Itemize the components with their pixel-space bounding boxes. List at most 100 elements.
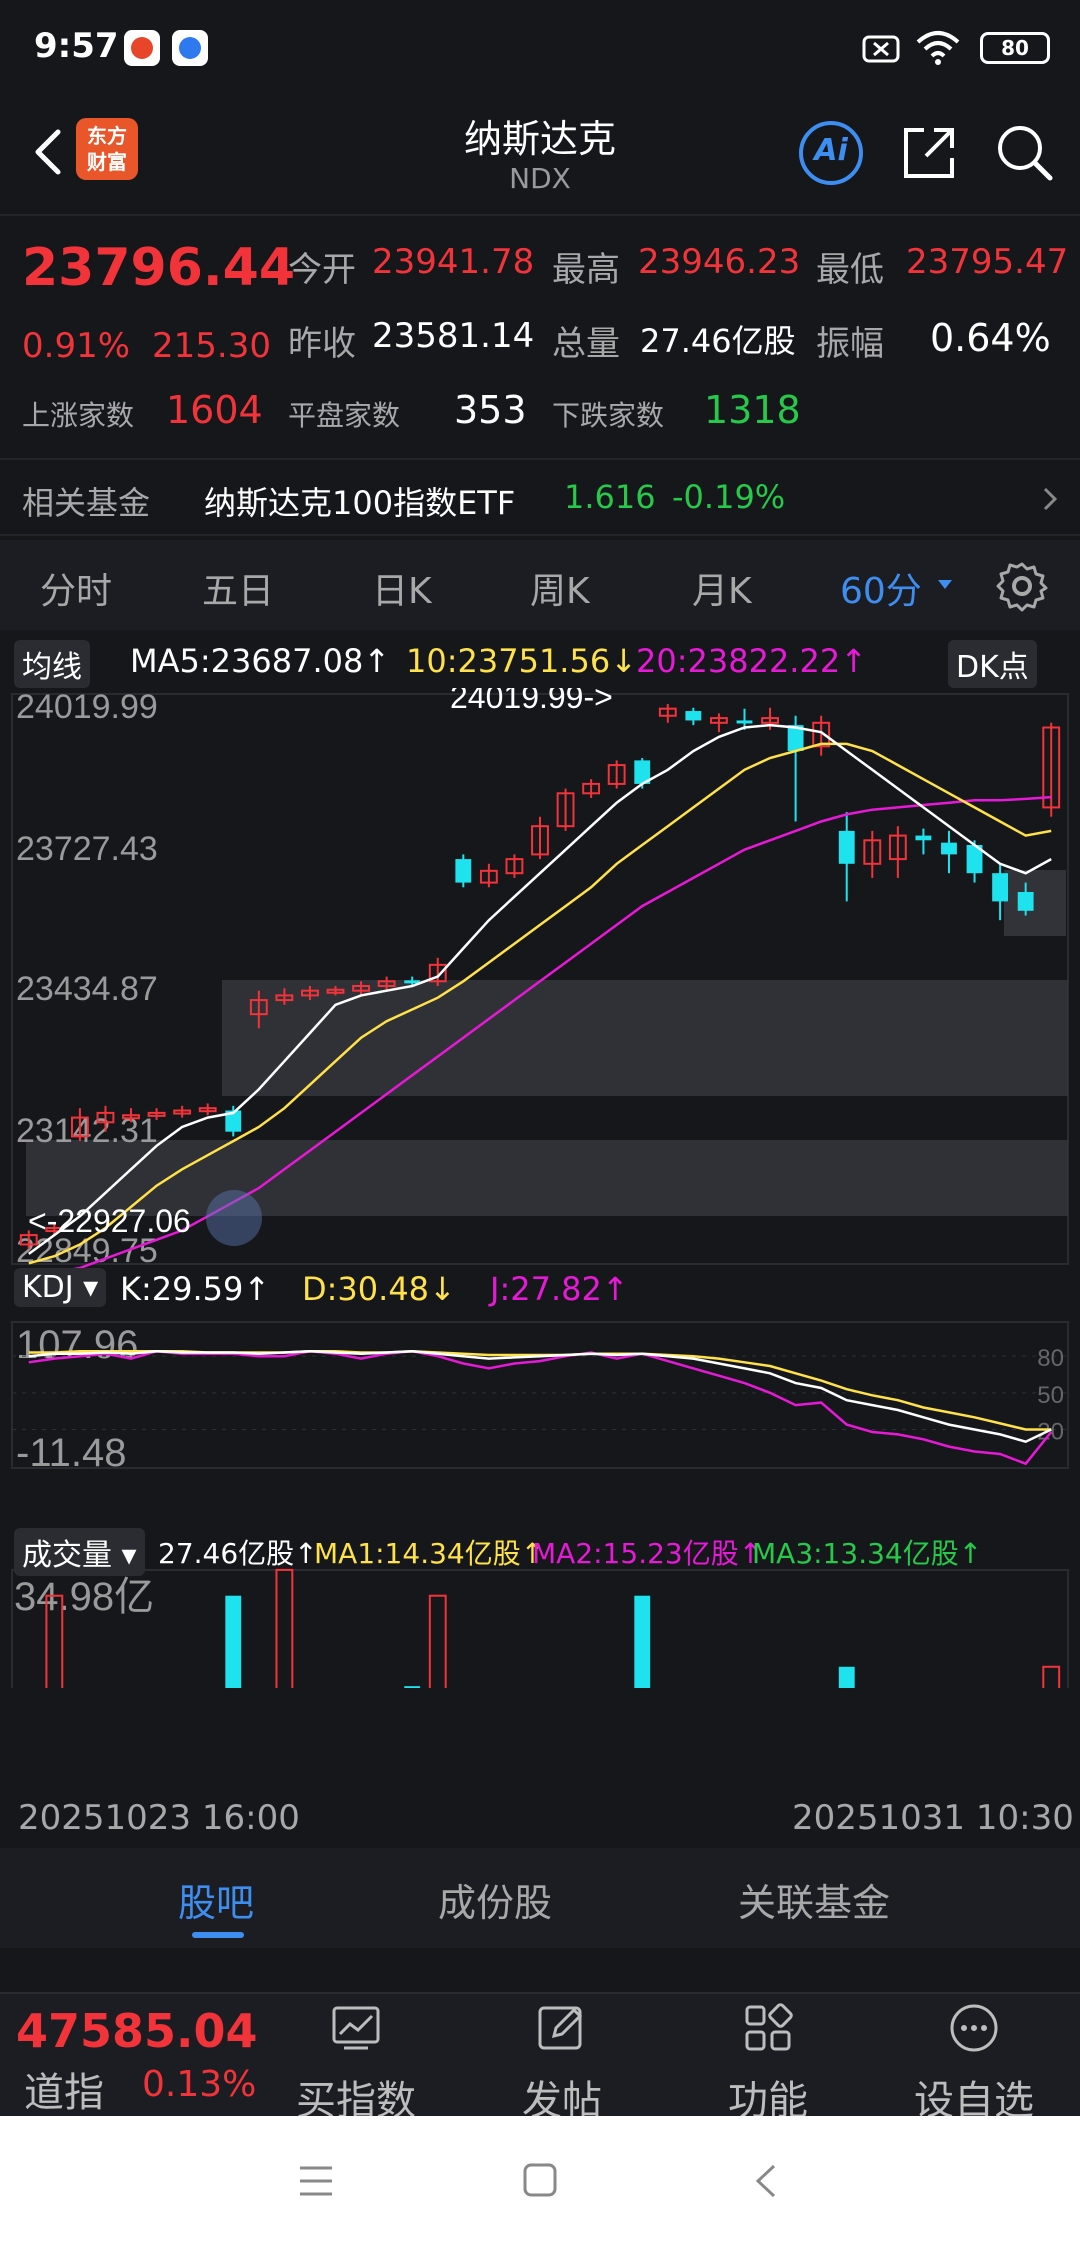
kdj-k-value: K:29.59↑: [120, 1270, 271, 1308]
forum-sort-strip: [0, 1948, 1080, 1992]
ma20-text: 20:23822.22: [636, 642, 841, 680]
ticker-change[interactable]: 0.13%: [142, 2064, 256, 2105]
kdj-d-text: D:30.48: [302, 1270, 430, 1308]
functions-button[interactable]: 功能: [668, 1994, 868, 2124]
tab-five-day[interactable]: 五日: [202, 562, 274, 614]
volume-selector[interactable]: 成交量 ▾: [14, 1528, 145, 1576]
grid-apps-icon: [745, 2003, 793, 2051]
volume-bar-down: [634, 1595, 651, 1688]
volume-value: 27.46亿股: [640, 322, 796, 360]
tab-constituents[interactable]: 成份股: [438, 1872, 552, 1927]
candle-down: [915, 835, 932, 841]
ma10-value: 10:23751.56↓: [406, 642, 637, 680]
back-nav-icon[interactable]: [752, 2162, 780, 2200]
date-start: 20251023 16:00: [18, 1798, 300, 1838]
notification-app-icon-2: [172, 30, 208, 66]
battery-icon: 80: [980, 32, 1050, 64]
edit-icon: [538, 2006, 583, 2050]
volume-ma2: MA2:15.23亿股↑: [532, 1537, 763, 1570]
amplitude-value: 0.64%: [930, 316, 1051, 360]
change-value: 215.30: [152, 326, 271, 366]
related-fund-row[interactable]: 相关基金 纳斯达克100指数ETF 1.616 -0.19%: [0, 458, 1080, 536]
tab-linked-funds[interactable]: 关联基金: [738, 1872, 890, 1927]
sim-off-icon: [862, 35, 900, 63]
tab-monthly-k[interactable]: 月K: [692, 562, 752, 614]
period-tabs: 分时 五日 日K 周K 月K 60分: [0, 540, 1080, 630]
volume-current-text: 27.46亿股: [158, 1537, 295, 1570]
low-value: 23795.47: [906, 242, 1069, 282]
volume-panel-frame: [11, 1569, 1069, 1688]
shaded-zone-right: [1004, 870, 1066, 936]
home-nav-icon[interactable]: [522, 2162, 558, 2198]
kdj-k-line: [28, 1350, 1052, 1444]
volume-ma3-text: MA3:13.34亿股: [752, 1537, 959, 1570]
shaded-zone-upper: [222, 980, 1068, 1096]
chevron-right-icon: [1043, 487, 1058, 511]
flat-count: 353: [454, 388, 527, 432]
menu-nav-icon[interactable]: [298, 2164, 334, 2198]
share-icon[interactable]: [894, 118, 964, 188]
ma5-text: MA5:23687.08: [130, 642, 364, 680]
volume-bar-up: [428, 1594, 447, 1688]
related-fund-price: 1.616: [564, 478, 656, 516]
ai-assistant-icon[interactable]: Ai: [796, 118, 866, 188]
price-axis-label: 24019.99: [16, 688, 158, 726]
date-end: 20251031 10:30: [792, 1798, 1074, 1838]
wifi-icon: [916, 31, 960, 65]
prev-close-label: 昨收: [288, 324, 356, 364]
kdj-selector[interactable]: KDJ ▾: [14, 1268, 107, 1307]
volume-current: 27.46亿股↑: [158, 1537, 318, 1570]
chart-area[interactable]: 均线 MA5:23687.08↑ 10:23751.56↓ 20:23822.2…: [0, 632, 1080, 1842]
volume-label: 总量: [552, 324, 620, 364]
tab-60min[interactable]: 60分: [840, 562, 922, 614]
kdj-j-text: J:27.82: [490, 1270, 602, 1308]
related-fund-name: 纳斯达克100指数ETF: [204, 484, 516, 522]
kdj-level-label: 80: [1037, 1345, 1064, 1372]
indicator-selector[interactable]: 均线: [14, 640, 90, 688]
post-button[interactable]: 发帖: [462, 1994, 662, 2124]
dk-point-button[interactable]: DK点: [948, 640, 1037, 688]
ma20-value: 20:23822.22↑: [636, 642, 867, 680]
dropdown-caret-icon: [938, 580, 952, 589]
high-label: 最高: [552, 250, 620, 290]
dk-label: DK点: [956, 650, 1029, 685]
ma10-text: 10:23751.56: [406, 642, 611, 680]
related-fund-label: 相关基金: [22, 484, 151, 522]
candle-down: [838, 830, 855, 864]
tab-intraday[interactable]: 分时: [40, 562, 112, 614]
search-icon[interactable]: [990, 118, 1060, 188]
high-price-marker: 24019.99->: [450, 688, 613, 715]
open-value: 23941.78: [372, 242, 535, 282]
price-axis-label: 23727.43: [16, 830, 158, 868]
kdj-level-label: 50: [1037, 1382, 1064, 1409]
kdj-j-value: J:27.82↑: [490, 1270, 629, 1308]
change-percent: 0.91%: [22, 326, 131, 366]
ticker-price[interactable]: 47585.04: [16, 2004, 258, 2058]
candle-down: [736, 720, 753, 724]
active-tab-underline: [192, 1932, 244, 1938]
add-watchlist-button[interactable]: 设自选: [874, 1994, 1074, 2124]
status-bar: 9:57 80: [0, 0, 1080, 100]
volume-top-label: 34.98亿: [14, 1575, 154, 1619]
up-count: 1604: [166, 388, 263, 432]
low-price-marker: <-22927.06: [28, 1203, 191, 1239]
tab-forum[interactable]: 股吧: [178, 1872, 254, 1927]
volume-ma3: MA3:13.34亿股↑: [752, 1537, 983, 1570]
tab-weekly-k[interactable]: 周K: [530, 562, 590, 614]
tab-daily-k[interactable]: 日K: [372, 562, 432, 614]
ticker-name[interactable]: 道指: [24, 2060, 104, 2118]
buy-index-button[interactable]: 买指数: [256, 1994, 456, 2124]
settings-gear-icon[interactable]: [996, 560, 1048, 612]
kdj-j-line: [28, 1350, 1053, 1466]
last-price: 23796.44: [22, 238, 296, 298]
volume-label: 成交量: [22, 1538, 112, 1573]
kdj-label: KDJ: [22, 1270, 74, 1305]
high-value: 23946.23: [638, 242, 801, 282]
volume-bar-down: [838, 1666, 855, 1688]
low-label: 最低: [816, 250, 884, 290]
floating-assistant-icon: [206, 1190, 262, 1246]
candle-down: [455, 859, 472, 883]
prev-close-value: 23581.14: [372, 316, 535, 356]
down-count: 1318: [704, 388, 801, 432]
kdj-d-value: D:30.48↓: [302, 1270, 456, 1308]
